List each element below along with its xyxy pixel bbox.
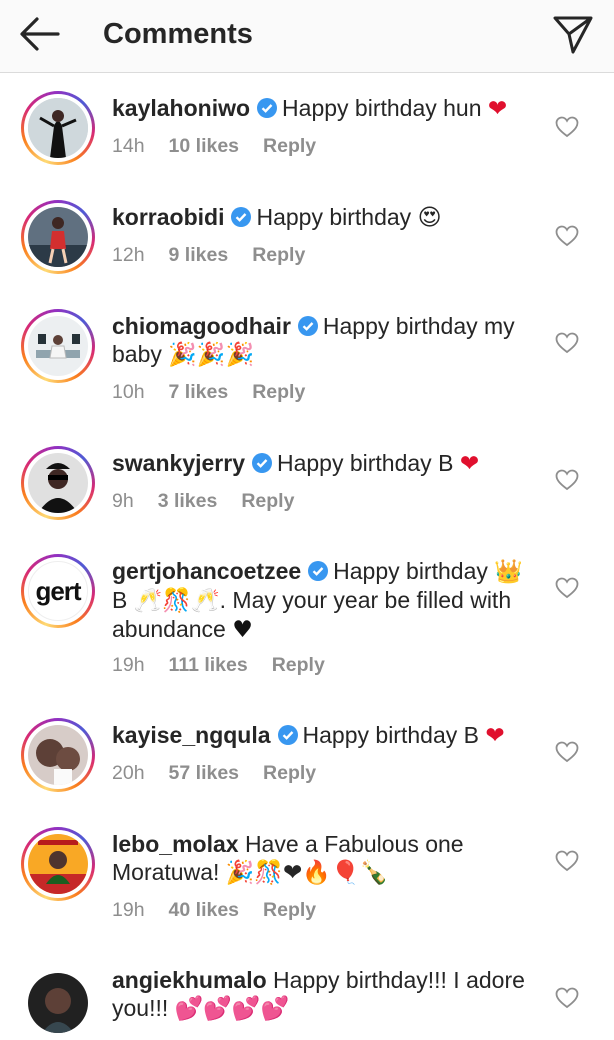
likes-count[interactable]: 9 likes (169, 244, 229, 266)
party-emoji-row: 🎉🎊❤🔥🎈🍾 (225, 860, 389, 886)
verified-badge-icon (308, 561, 329, 581)
reply-button[interactable]: Reply (263, 899, 316, 921)
verified-badge-icon (231, 207, 252, 227)
comment-meta: 12h 9 likes Reply (112, 243, 329, 267)
comment-username[interactable]: kayise_ngqula (112, 722, 271, 748)
two-hearts-emoji: 💕💕💕💕 (174, 996, 290, 1022)
top-bar: Comments (0, 0, 614, 73)
comment-username[interactable]: swankyjerry (112, 450, 245, 476)
avatar[interactable]: gert (21, 554, 95, 628)
comment-username[interactable]: angiekhumalo (112, 967, 267, 993)
page-title: Comments (103, 18, 253, 50)
heart-emoji: ❤ (459, 451, 480, 477)
comment-item: korraobidi Happy birthday 😍 12h 9 likes Rep… (0, 197, 614, 297)
avatar[interactable] (21, 200, 95, 274)
comment-text: lebo_molax Have a Fabulous one Moratuwa! … (112, 831, 464, 886)
comment-meta: 9h 3 likes Reply (112, 489, 318, 513)
celebration-emoji: 🥂🎊🥂 (133, 588, 220, 614)
heart-emoji: ❤ (485, 723, 505, 749)
comment-time: 14h (112, 135, 145, 157)
avatar-logo-text: gert (35, 576, 81, 606)
comment-username[interactable]: kaylahoniwo (112, 95, 250, 121)
comment-username[interactable]: gertjohancoetzee (112, 558, 301, 584)
comment-text: gertjohancoetzee Happy birthday 👑 B 🥂🎊🥂. M… (112, 558, 523, 643)
like-heart-icon[interactable] (555, 116, 579, 138)
like-heart-icon[interactable] (555, 850, 579, 872)
party-popper-emoji: 🎉🎉🎉 (168, 342, 255, 368)
likes-count[interactable]: 40 likes (169, 899, 239, 921)
reply-button[interactable]: Reply (263, 762, 316, 784)
verified-badge-icon (257, 98, 278, 118)
like-heart-icon[interactable] (555, 741, 579, 763)
comment-time: 12h (112, 244, 145, 266)
avatar[interactable] (21, 718, 95, 792)
likes-count[interactable]: 10 likes (169, 135, 239, 157)
like-heart-icon[interactable] (555, 987, 579, 1009)
verified-badge-icon (251, 453, 272, 473)
likes-count[interactable]: 7 likes (169, 381, 229, 403)
comment-meta: 10h 7 likes Reply (112, 380, 329, 404)
likes-count[interactable]: 57 likes (169, 762, 239, 784)
crown-emoji: 👑 (494, 559, 523, 585)
comment-meta: 19h 40 likes Reply (112, 898, 340, 922)
like-heart-icon[interactable] (555, 469, 579, 491)
comment-time: 20h (112, 762, 145, 784)
black-heart-emoji: ♥ (232, 617, 253, 643)
comment-time: 10h (112, 381, 145, 403)
comment-time: 9h (112, 490, 134, 512)
comment-item: lebo_molax Have a Fabulous one Moratuwa! … (0, 824, 614, 954)
comment-time: 19h (112, 654, 145, 676)
verified-badge-icon (297, 316, 318, 336)
avatar[interactable] (21, 446, 95, 520)
verified-badge-icon (277, 725, 298, 745)
comment-meta: 19h 111 likes Reply (112, 653, 349, 677)
comment-username[interactable]: chiomagoodhair (112, 313, 291, 339)
comment-text: angiekhumalo Happy birthday!!! I adore yo… (112, 967, 525, 1022)
comment-meta: 14h 10 likes Reply (112, 134, 340, 158)
comment-text: kaylahoniwo Happy birthday hun ❤ (112, 95, 508, 122)
like-heart-icon[interactable] (555, 225, 579, 247)
comment-item: angiekhumalo Happy birthday!!! I adore yo… (0, 960, 614, 1040)
comment-item: swankyjerry Happy birthday B ❤ 9h 3 likes R… (0, 443, 614, 543)
likes-count[interactable]: 111 likes (169, 654, 248, 676)
heart-emoji: ❤ (487, 96, 508, 122)
comment-time: 19h (112, 899, 145, 921)
comment-item: gert gertjohancoetzee Happy birthday 👑 B 🥂… (0, 551, 614, 711)
reply-button[interactable]: Reply (252, 244, 305, 266)
like-heart-icon[interactable] (555, 577, 579, 599)
comment-username[interactable]: korraobidi (112, 204, 224, 230)
reply-button[interactable]: Reply (252, 381, 305, 403)
comment-item: kayise_ngqula Happy birthday B ❤ 20h 57 li… (0, 715, 614, 815)
reply-button[interactable]: Reply (272, 654, 325, 676)
reply-button[interactable]: Reply (263, 135, 316, 157)
comment-text: kayise_ngqula Happy birthday B ❤ (112, 722, 505, 749)
comment-username[interactable]: lebo_molax (112, 831, 239, 857)
comment-item: chiomagoodhair Happy birthday my baby 🎉🎉🎉 … (0, 306, 614, 436)
reply-button[interactable]: Reply (241, 490, 294, 512)
likes-count[interactable]: 3 likes (158, 490, 218, 512)
comment-text: swankyjerry Happy birthday B ❤ (112, 450, 480, 477)
avatar[interactable] (21, 91, 95, 165)
avatar[interactable] (21, 309, 95, 383)
paper-plane-icon[interactable] (551, 12, 595, 56)
comment-meta: 20h 57 likes Reply (112, 761, 340, 785)
avatar[interactable] (21, 966, 95, 1040)
arrow-left-icon[interactable] (18, 14, 62, 54)
comment-text: chiomagoodhair Happy birthday my baby 🎉🎉🎉 (112, 313, 515, 368)
comment-item: kaylahoniwo Happy birthday hun ❤ 14h 10 li… (0, 88, 614, 188)
comment-text: korraobidi Happy birthday 😍 (112, 204, 442, 231)
like-heart-icon[interactable] (555, 332, 579, 354)
heart-eyes-emoji: 😍 (417, 205, 442, 231)
avatar[interactable] (21, 827, 95, 901)
